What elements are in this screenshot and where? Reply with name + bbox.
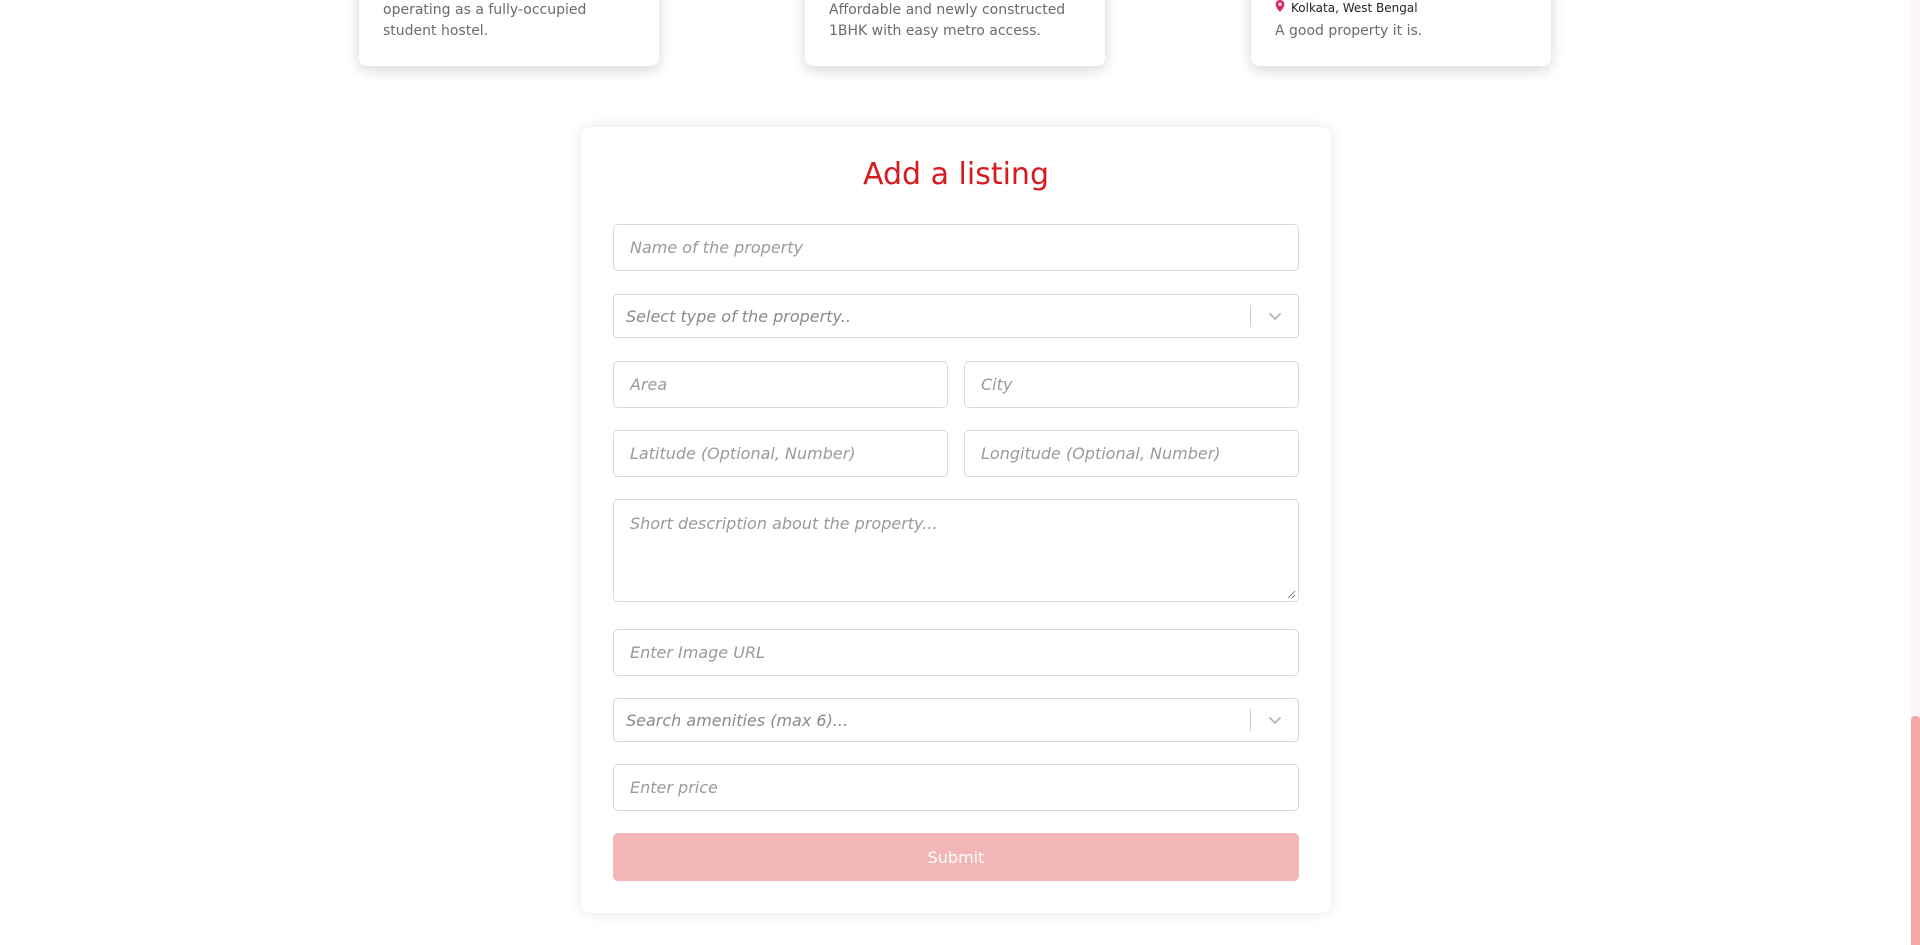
page: operating as a fully-occupied student ho… bbox=[0, 0, 1920, 945]
price-input[interactable] bbox=[630, 778, 1282, 797]
add-listing-form: Add a listing Select type of the propert… bbox=[581, 127, 1331, 913]
image-url-input[interactable] bbox=[630, 643, 1282, 662]
amenities-select[interactable]: Search amenities (max 6)... bbox=[613, 698, 1299, 742]
property-card[interactable]: operating as a fully-occupied student ho… bbox=[359, 0, 659, 66]
property-card-location: Kolkata, West Bengal bbox=[1275, 0, 1418, 15]
price-field[interactable] bbox=[613, 764, 1299, 811]
form-title: Add a listing bbox=[863, 157, 1049, 192]
resize-grip-icon[interactable] bbox=[1286, 589, 1296, 599]
description-field[interactable] bbox=[613, 499, 1299, 602]
map-pin-icon bbox=[1275, 0, 1285, 15]
chevron-down-icon[interactable] bbox=[1251, 716, 1298, 725]
longitude-field[interactable] bbox=[964, 430, 1299, 477]
scrollbar-thumb[interactable] bbox=[1911, 716, 1920, 945]
property-type-select[interactable]: Select type of the property.. bbox=[613, 294, 1299, 338]
property-card-description: A good property it is. bbox=[1275, 23, 1423, 39]
property-type-placeholder: Select type of the property.. bbox=[626, 306, 851, 326]
scrollbar-track[interactable] bbox=[1911, 0, 1920, 945]
property-card[interactable]: Kolkata, West Bengal A good property it … bbox=[1251, 0, 1551, 66]
chevron-down-icon[interactable] bbox=[1251, 312, 1298, 321]
area-field[interactable] bbox=[613, 361, 948, 408]
latitude-input[interactable] bbox=[630, 444, 931, 463]
property-card[interactable]: Affordable and newly constructed 1BHK wi… bbox=[805, 0, 1105, 66]
property-card-description: operating as a fully-occupied student ho… bbox=[383, 2, 587, 39]
city-field[interactable] bbox=[964, 361, 1299, 408]
area-input[interactable] bbox=[630, 375, 931, 394]
property-card-location-text: Kolkata, West Bengal bbox=[1291, 0, 1418, 15]
image-url-field[interactable] bbox=[613, 629, 1299, 676]
city-input[interactable] bbox=[981, 375, 1282, 394]
submit-button[interactable]: Submit bbox=[613, 833, 1299, 881]
description-textarea[interactable] bbox=[630, 514, 1282, 587]
property-card-description: Affordable and newly constructed 1BHK wi… bbox=[829, 2, 1066, 39]
property-name-input[interactable] bbox=[630, 238, 1282, 257]
property-name-field[interactable] bbox=[613, 224, 1299, 271]
amenities-placeholder: Search amenities (max 6)... bbox=[626, 710, 849, 730]
latitude-field[interactable] bbox=[613, 430, 948, 477]
longitude-input[interactable] bbox=[981, 444, 1282, 463]
